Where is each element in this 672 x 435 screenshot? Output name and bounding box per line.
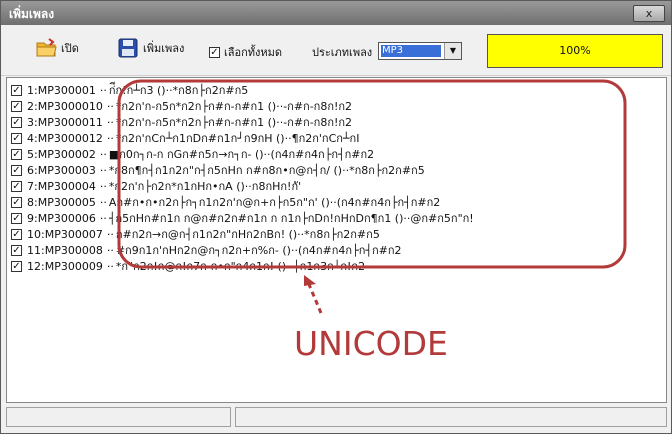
annotation-overlay — [117, 79, 627, 314]
status-panel-right — [235, 407, 667, 427]
add-song-window: เพิ่มเพลง x เปิด เพิ่มเพลง ✓ เลือกทั้งหม… — [0, 0, 672, 434]
annotation-arrow-shaft — [306, 281, 323, 314]
annotation-outline — [117, 79, 627, 269]
annotation-arrow-head — [304, 275, 316, 286]
status-panel-left — [6, 407, 231, 427]
status-bar — [6, 407, 667, 429]
annotation-label: UNICODE — [294, 324, 448, 363]
